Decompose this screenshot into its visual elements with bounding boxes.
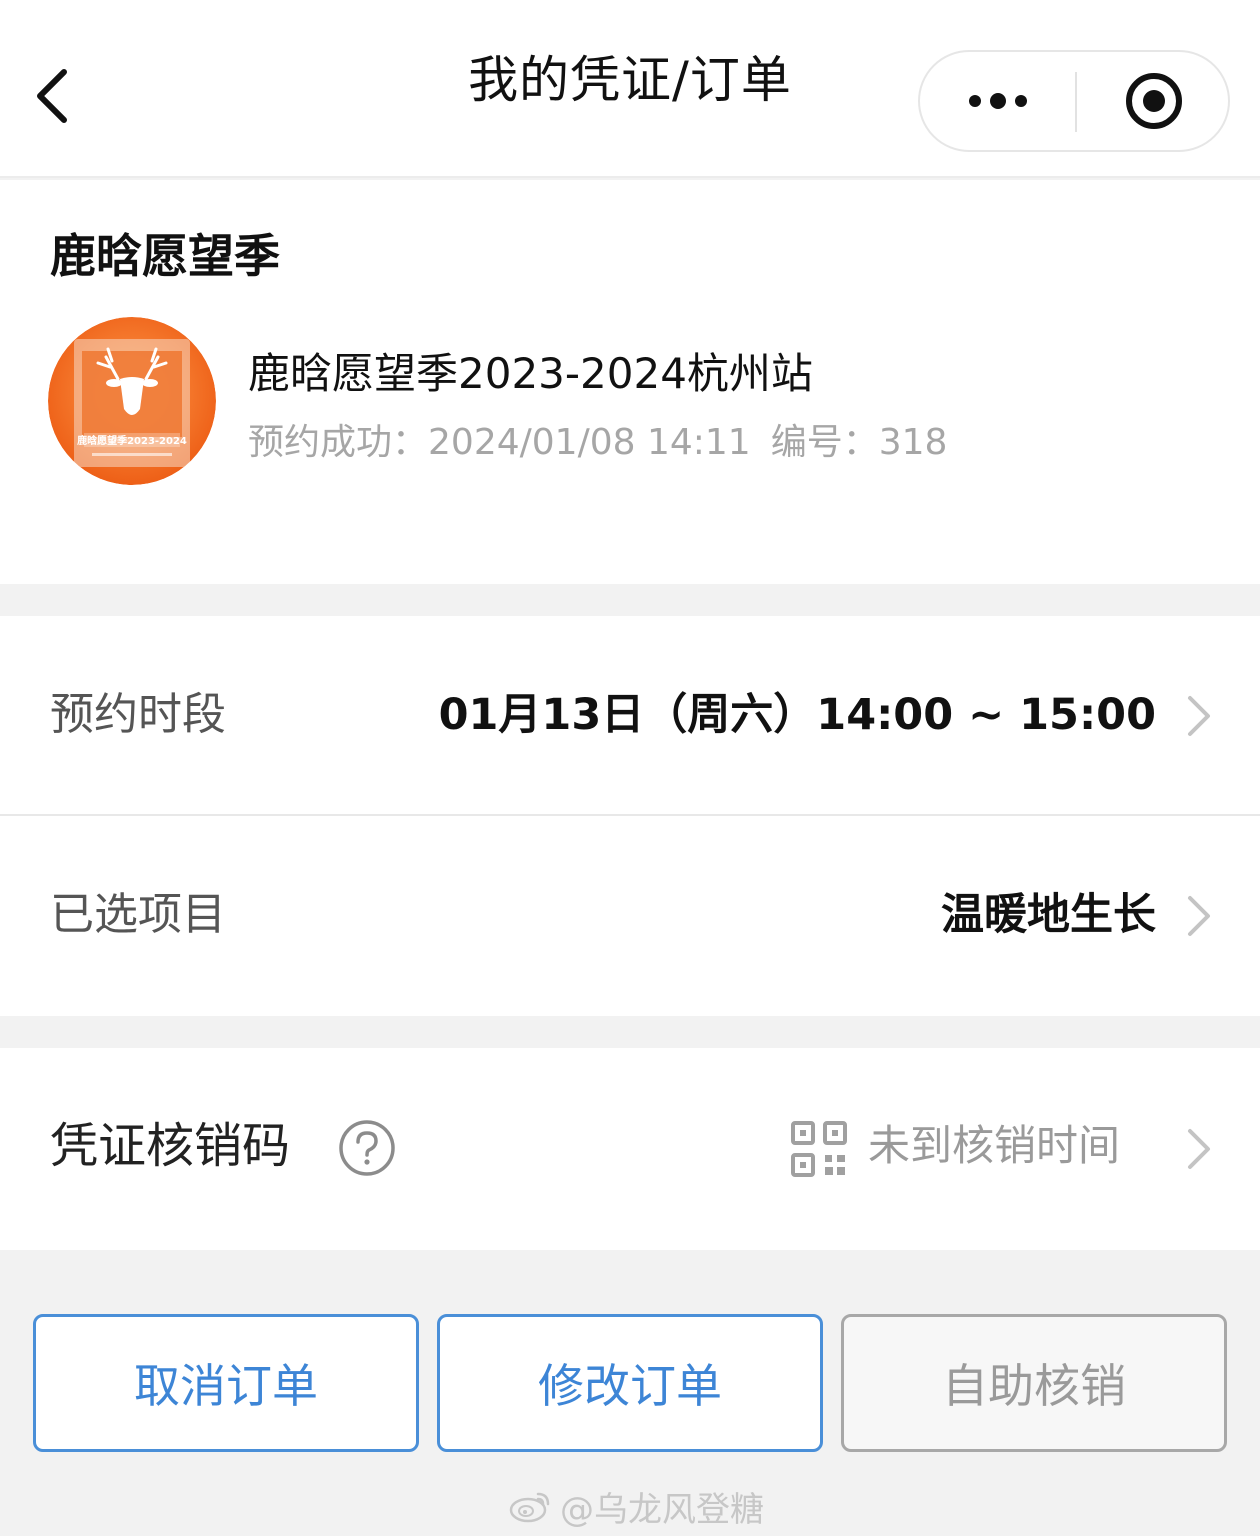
deer-poster-image: 鹿晗愿望季2023-2024 xyxy=(48,317,216,485)
booking-details: 预约时段 01月13日（周六）14:00 ~ 15:00 已选项目 温暖地生长 xyxy=(0,616,1260,1016)
voucher-code-row[interactable]: 凭证核销码 未到核销时间 xyxy=(0,1048,1260,1250)
mini-program-capsule xyxy=(918,50,1230,152)
selected-item-row[interactable]: 已选项目 温暖地生长 xyxy=(0,816,1260,1014)
event-card: 鹿晗愿望季 鹿晗愿望季2023-2024 鹿晗愿望季2023-2024杭州站 预… xyxy=(0,180,1260,584)
selected-item-label: 已选项目 xyxy=(50,889,226,940)
chevron-right-icon xyxy=(1188,1129,1210,1169)
voucher-code-label: 凭证核销码 xyxy=(50,1118,291,1174)
close-mini-program-button[interactable] xyxy=(1077,52,1230,150)
event-name: 鹿晗愿望季2023-2024杭州站 xyxy=(248,349,813,398)
self-verify-button[interactable]: 自助核销 xyxy=(841,1314,1227,1452)
selected-item-value: 温暖地生长 xyxy=(941,890,1156,940)
event-heading: 鹿晗愿望季 xyxy=(50,229,280,283)
order-number: 318 xyxy=(878,422,948,463)
booked-label: 预约成功： xyxy=(248,422,429,463)
time-slot-row[interactable]: 预约时段 01月13日（周六）14:00 ~ 15:00 xyxy=(0,616,1260,816)
booked-time: 2024/01/08 14:11 xyxy=(428,422,751,463)
watermark: @乌龙风登糖 xyxy=(508,1482,764,1530)
chevron-right-icon xyxy=(1188,696,1210,736)
watermark-text: @乌龙风登糖 xyxy=(560,1489,764,1530)
nav-bar: 我的凭证/订单 xyxy=(0,0,1260,178)
question-circle-icon[interactable] xyxy=(338,1119,396,1177)
qr-code-icon xyxy=(791,1121,847,1177)
voucher-status: 未到核销时间 xyxy=(868,1121,1121,1170)
booking-meta: 预约成功：2024/01/08 14:11 编号：318 xyxy=(248,413,947,465)
thumbnail-caption: 鹿晗愿望季2023-2024 xyxy=(77,434,187,447)
modify-order-button[interactable]: 修改订单 xyxy=(437,1314,823,1452)
event-thumbnail[interactable]: 鹿晗愿望季2023-2024 xyxy=(48,317,216,485)
weibo-logo-icon xyxy=(509,1492,550,1523)
cancel-order-button[interactable]: 取消订单 xyxy=(33,1314,419,1452)
target-circle-icon xyxy=(1125,73,1182,129)
more-dots-icon xyxy=(1014,95,1027,107)
chevron-right-icon xyxy=(1188,896,1210,936)
more-dots-icon xyxy=(989,93,1006,109)
more-dots-icon xyxy=(968,95,981,107)
more-button[interactable] xyxy=(920,52,1075,150)
time-slot-label: 预约时段 xyxy=(50,689,226,740)
time-slot-value: 01月13日（周六）14:00 ~ 15:00 xyxy=(438,690,1156,740)
order-number-label: 编号： xyxy=(770,422,879,463)
